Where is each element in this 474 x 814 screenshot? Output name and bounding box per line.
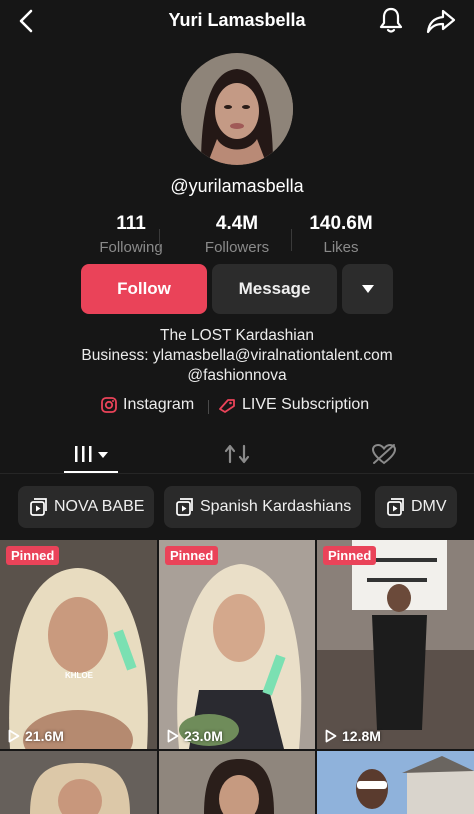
view-count: 12.8M [325,728,381,744]
repost-icon [224,444,250,464]
video-thumbnail[interactable] [159,751,315,814]
bio-mention[interactable]: @fashionnova [0,367,474,385]
play-icon [167,729,179,743]
playlist-icon [30,498,47,516]
video-thumbnail[interactable]: Pinned 12.8M [317,540,474,749]
playlist-chip[interactable]: DMV [375,486,457,528]
active-tab-indicator [64,471,118,473]
following-count: 111 [116,213,146,234]
video-thumbnail[interactable]: KHLOE Pinned 21.6M [0,540,157,749]
bell-icon[interactable] [376,5,406,35]
share-arrow-icon[interactable] [425,6,457,36]
message-button[interactable]: Message [212,264,337,314]
bio-business-email: Business: ylamasbella@viralnationtalent.… [81,347,393,364]
view-count-value: 21.6M [25,728,64,744]
username-handle: @yurilamasbella [170,176,304,196]
view-count: 21.6M [8,728,64,744]
video-thumbnail-image [317,751,474,814]
live-subscription-link[interactable]: LIVE Subscription [218,396,369,414]
following-label: Following [99,239,163,256]
videos-grid-icon [75,446,108,462]
pinned-badge: Pinned [165,546,219,565]
view-count: 23.0M [167,728,223,744]
hidden-heart-icon [371,443,397,465]
pinned-badge: Pinned [6,546,60,565]
profile-links: Instagram LIVE Subscription [0,394,474,418]
tab-videos[interactable] [66,439,116,469]
video-thumbnail-image [159,540,315,749]
likes-label: Likes [323,239,359,256]
play-icon [325,729,337,743]
link-divider [208,400,209,414]
bio-line: The LOST Kardashian [160,327,314,344]
instagram-link[interactable]: Instagram [101,396,194,414]
video-thumbnail-image [0,751,157,814]
stat-divider [159,229,160,251]
stat-followers[interactable]: 4.4M Followers [182,213,292,256]
video-grid: KHLOE Pinned 21.6M Pinned 23.0M Pinned 1… [0,540,474,814]
playlist-label: NOVA BABE [54,498,145,515]
stat-likes[interactable]: 140.6M Likes [286,213,396,256]
view-count-value: 23.0M [184,728,223,744]
follow-button[interactable]: Follow [81,264,207,314]
video-thumbnail[interactable] [317,751,474,814]
video-thumbnail-image [317,540,474,749]
video-thumbnail-image [0,540,157,749]
live-subscription-icon [219,399,235,413]
playlist-chips: NOVA BABE Spanish Kardashians DMV [0,486,474,528]
pinned-badge: Pinned [323,546,377,565]
followers-count: 4.4M [215,213,259,234]
playlist-label: Spanish Kardashians [200,498,352,515]
top-bar: Yuri Lamasbella [0,0,474,44]
likes-count: 140.6M [309,213,373,234]
video-thumbnail[interactable]: Pinned 23.0M [159,540,315,749]
live-subscription-label: LIVE Subscription [242,396,370,413]
avatar-photo [181,53,293,165]
playlist-chip[interactable]: Spanish Kardashians [164,486,362,528]
stat-following[interactable]: 111 Following [76,213,186,256]
playlist-icon [387,498,404,516]
followers-label: Followers [204,239,270,256]
playlist-label: DMV [411,498,447,515]
play-icon [8,729,20,743]
content-tabs [0,434,474,474]
instagram-label: Instagram [123,396,195,413]
tab-liked[interactable] [368,439,400,469]
instagram-icon [101,397,117,413]
view-count-value: 12.8M [342,728,381,744]
tab-reposts[interactable] [222,439,252,469]
caret-down-icon [361,285,374,293]
video-overlay-text: KHLOE [65,671,93,680]
more-options-button[interactable] [342,264,393,314]
avatar[interactable] [181,53,293,165]
video-thumbnail[interactable] [0,751,157,814]
profile-stats: 111 Following 4.4M Followers 140.6M Like… [0,213,474,261]
playlist-icon [176,498,193,516]
playlist-chip[interactable]: NOVA BABE [18,486,155,528]
video-thumbnail-image [159,751,315,814]
